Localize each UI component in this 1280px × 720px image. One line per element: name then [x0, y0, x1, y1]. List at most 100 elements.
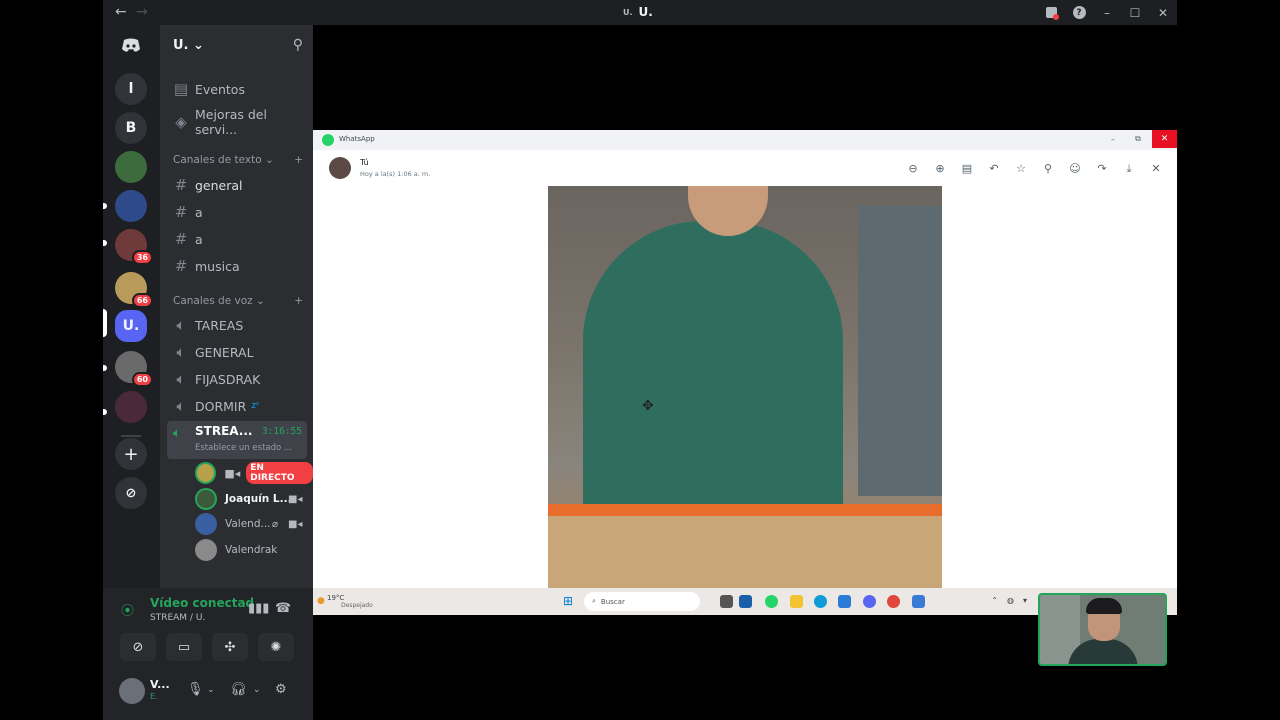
server-b[interactable]: B	[115, 112, 147, 144]
unread-pip	[103, 240, 107, 246]
taskbar-search[interactable]: ⌕ Buscar	[584, 592, 700, 611]
server-u-selected[interactable]: U.	[115, 310, 147, 342]
server-avatar-4[interactable]: 66	[115, 272, 153, 308]
server-avatar-5[interactable]: 60	[115, 351, 153, 387]
settings-gear-icon[interactable]: ⚙	[275, 682, 287, 697]
signal-icon[interactable]: ⦿	[121, 600, 134, 619]
star-icon[interactable]: ☆	[1013, 162, 1029, 176]
whatsapp-taskbar-icon[interactable]	[765, 595, 778, 608]
guild-header[interactable]: U. ⌄ ⚲	[160, 25, 313, 65]
tray-mic-icon[interactable]: ▾	[1023, 596, 1027, 605]
forward-arrow-icon[interactable]: →	[136, 4, 148, 20]
task-view-icon[interactable]	[720, 595, 733, 608]
search-icon: ⌕	[592, 597, 596, 605]
mail-icon[interactable]	[838, 595, 851, 608]
set-status[interactable]: Establece un estado ...	[195, 443, 292, 453]
username[interactable]: V...	[150, 678, 170, 691]
server-l[interactable]: l	[115, 73, 147, 105]
voice-dormir[interactable]: 🔈︎ DORMIR zᶻ	[172, 397, 259, 415]
avatar	[195, 488, 217, 510]
hash-icon: #	[174, 176, 188, 194]
edge-icon[interactable]	[814, 595, 827, 608]
close-button[interactable]: ✕	[1152, 130, 1177, 148]
hash-icon: #	[174, 230, 188, 248]
help-icon[interactable]: ?	[1065, 0, 1093, 25]
file-explorer-icon[interactable]	[790, 595, 803, 608]
add-channel-icon[interactable]: +	[294, 154, 303, 166]
snipping-tool-icon[interactable]	[912, 595, 925, 608]
chevron-down-icon[interactable]: ⌄	[253, 685, 261, 695]
zoom-out-icon[interactable]: ⊖	[905, 162, 921, 176]
store-icon[interactable]	[739, 595, 752, 608]
system-tray: ⌃ ◍ ▾	[991, 596, 1027, 605]
explore-servers-button[interactable]: ⊘	[115, 477, 147, 509]
voice-user-4[interactable]: Valendrak	[195, 539, 277, 561]
server-avatar-3[interactable]: 36	[115, 229, 153, 265]
soundboard-button[interactable]: ✺	[258, 633, 294, 661]
chrome-icon[interactable]	[887, 595, 900, 608]
server-boost-item[interactable]: ◈ Mejoras del servi...	[172, 107, 313, 137]
events-item[interactable]: ▤ Eventos	[172, 80, 245, 98]
minimize-button[interactable]: –	[1093, 0, 1121, 25]
connection-channel[interactable]: STREAM / U.	[150, 613, 205, 623]
discord-home-icon[interactable]	[115, 29, 147, 61]
whatsapp-titlebar: WhatsApp – ⧉ ✕	[313, 130, 1177, 150]
back-arrow-icon[interactable]: ←	[115, 4, 127, 20]
voice-user-2[interactable]: Joaquín L... ■◂	[195, 488, 302, 510]
voice-user-1[interactable]: ■◂ EN DIRECTO	[195, 462, 313, 484]
speaker-icon: 🔈︎	[176, 370, 186, 388]
share-screen-button[interactable]: ▭	[166, 633, 202, 661]
camera-off-button[interactable]: ⊘	[120, 633, 156, 661]
add-server-button[interactable]: +	[115, 438, 147, 470]
inbox-icon[interactable]	[1037, 0, 1065, 25]
download-icon[interactable]: ⤓	[1121, 162, 1137, 176]
voice-user-3[interactable]: Valend... ⌀ ■◂	[195, 513, 302, 535]
activities-button[interactable]: ✣	[212, 633, 248, 661]
reply-icon[interactable]: ↶	[986, 162, 1002, 176]
webcam-preview[interactable]	[1038, 593, 1167, 666]
close-button[interactable]: ✕	[1149, 0, 1177, 25]
server-avatar-6[interactable]	[115, 391, 147, 423]
add-channel-icon[interactable]: +	[294, 295, 303, 307]
channel-a-2[interactable]: # a	[172, 230, 203, 248]
channel-a[interactable]: # a	[172, 203, 203, 221]
pin-icon[interactable]: ⚲	[1040, 162, 1056, 176]
voice-fijasdrak[interactable]: 🔈︎ FIJASDRAK	[172, 370, 260, 388]
voice-tareas[interactable]: 🔈︎ TAREAS	[172, 316, 243, 334]
avatar[interactable]	[119, 678, 145, 704]
message-icon[interactable]: ▤	[959, 162, 975, 176]
voice-category[interactable]: Canales de voz ⌄ +	[173, 295, 303, 307]
server-avatar-1[interactable]	[115, 151, 147, 183]
headphones-icon[interactable]: 🎧︎	[230, 682, 247, 697]
server-avatar-2[interactable]	[115, 190, 147, 222]
text-category[interactable]: Canales de texto ⌄ +	[173, 154, 303, 166]
restore-button[interactable]: ⧉	[1125, 130, 1151, 148]
media-toolbar: ⊖ ⊕ ▤ ↶ ☆ ⚲ ☺ ↷ ⤓ ✕	[905, 162, 1164, 176]
minimize-button[interactable]: –	[1100, 130, 1126, 148]
tray-app-icon[interactable]: ◍	[1007, 596, 1014, 605]
emoji-icon[interactable]: ☺	[1067, 162, 1083, 176]
voice-general[interactable]: 🔈︎ GENERAL	[172, 343, 253, 361]
discord-taskbar-icon[interactable]	[863, 595, 876, 608]
noise-suppression-icon[interactable]: ▮▮▮	[248, 601, 269, 616]
message-timestamp: Hoy a la(s) 1:06 a. m.	[360, 170, 431, 178]
close-icon[interactable]: ✕	[1148, 162, 1164, 176]
unread-pip	[103, 365, 107, 371]
zoom-in-icon[interactable]: ⊕	[932, 162, 948, 176]
microphone-icon[interactable]: 🎙︎	[187, 682, 204, 697]
tray-chevron-icon[interactable]: ⌃	[991, 596, 998, 605]
windows-start-icon[interactable]: ⊞	[563, 595, 576, 608]
window-title: U. U.	[623, 5, 653, 19]
chevron-down-icon[interactable]: ⌄	[207, 685, 215, 695]
mention-badge: 60	[131, 372, 153, 387]
channel-general[interactable]: # general	[172, 176, 243, 194]
voice-stream-active[interactable]: 🔈︎ STREA... 3:16:55 Establece un estado …	[167, 421, 307, 459]
invite-people-icon[interactable]: ⚲	[293, 37, 303, 53]
maximize-button[interactable]: ☐	[1121, 0, 1149, 25]
media-photo: ✥	[548, 186, 942, 589]
camera-icon: ■◂	[288, 518, 303, 530]
channel-musica[interactable]: # musica	[172, 257, 240, 275]
camera-icon: ■◂	[288, 493, 303, 505]
disconnect-icon[interactable]: ☎	[275, 601, 291, 616]
forward-icon[interactable]: ↷	[1094, 162, 1110, 176]
